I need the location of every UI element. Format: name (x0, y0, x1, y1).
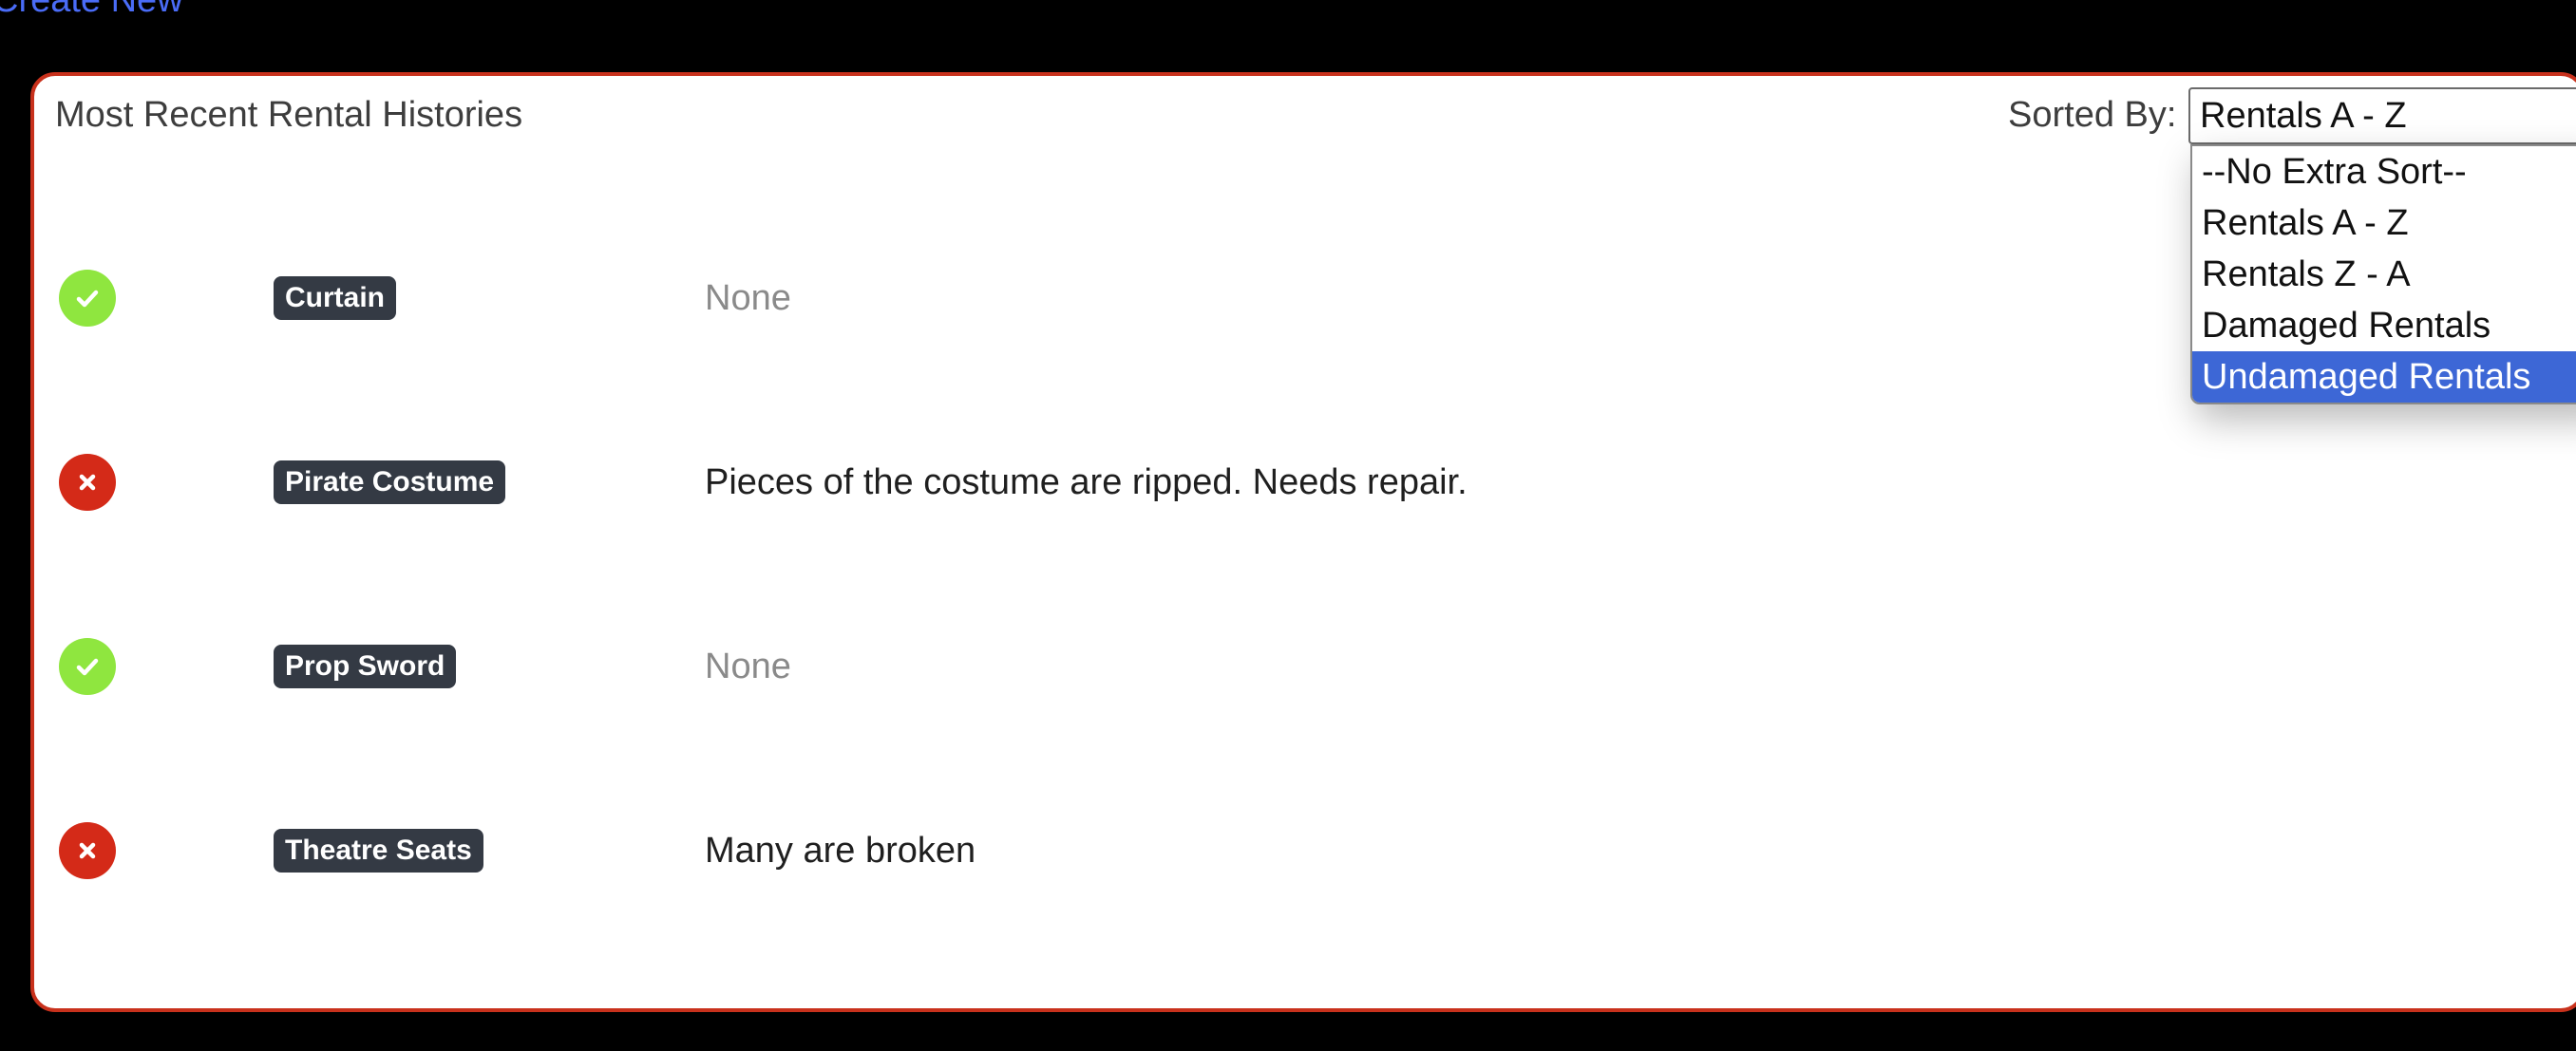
sort-select-value: Rentals A - Z (2200, 96, 2407, 136)
rental-name-badge: Theatre Seats (274, 829, 483, 873)
rental-name-badge: Prop Sword (274, 645, 457, 688)
check-icon (59, 270, 116, 327)
rental-notes: Pieces of the costume are ripped. Needs … (705, 462, 1468, 502)
check-icon (59, 638, 116, 695)
rental-row: Theatre Seats Many are broken (34, 803, 2576, 898)
sort-option-undamaged-rentals[interactable]: Undamaged Rentals (2192, 351, 2576, 403)
create-new-link[interactable]: Create New (0, 0, 183, 23)
rental-history-card: Most Recent Rental Histories Sorted By: … (30, 72, 2576, 1012)
rental-notes: Many are broken (705, 831, 976, 871)
x-icon (59, 454, 116, 511)
sort-label: Sorted By: (2008, 95, 2177, 135)
sort-option-rentals-a-z[interactable]: Rentals A - Z (2192, 197, 2576, 249)
x-icon (59, 822, 116, 879)
sort-select[interactable]: Rentals A - Z (2188, 87, 2576, 144)
sort-option-no-extra-sort[interactable]: --No Extra Sort-- (2192, 146, 2576, 197)
card-title: Most Recent Rental Histories (55, 95, 523, 135)
rental-notes: None (705, 278, 791, 318)
rental-name-badge: Curtain (274, 276, 396, 320)
rental-row: Curtain None (34, 251, 2576, 346)
rental-notes: None (705, 647, 791, 686)
rental-row: Pirate Costume Pieces of the costume are… (34, 435, 2576, 530)
rental-name-badge: Pirate Costume (274, 460, 506, 504)
rental-row: Prop Sword None (34, 619, 2576, 714)
